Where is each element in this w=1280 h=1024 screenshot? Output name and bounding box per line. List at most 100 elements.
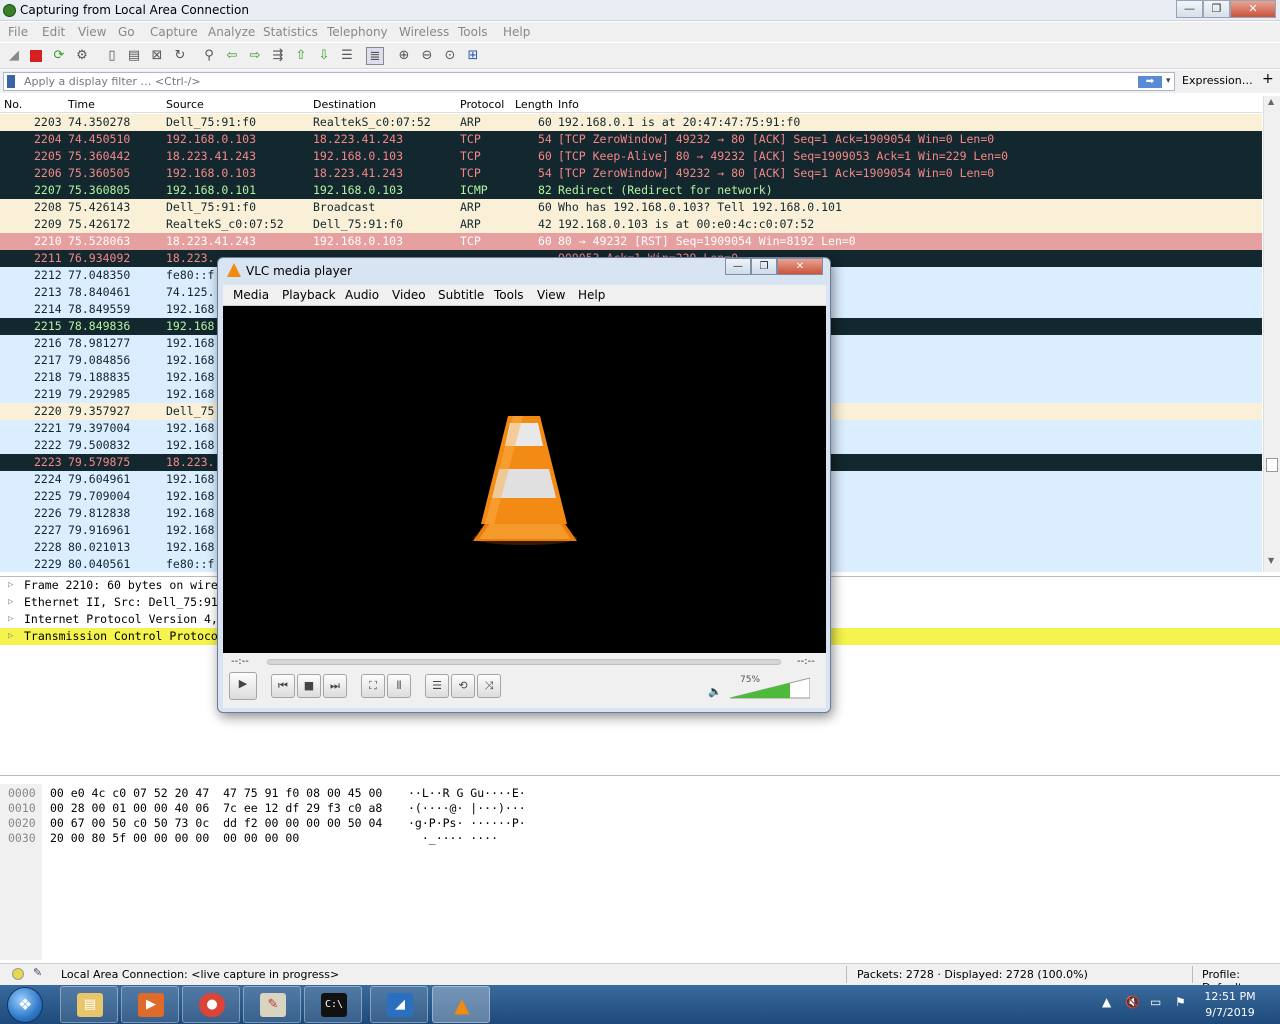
expand-icon[interactable]: ▷ xyxy=(8,594,13,611)
vlc-menu-view[interactable]: View xyxy=(537,288,565,302)
expand-icon[interactable]: ▷ xyxy=(8,611,13,628)
menu-capture[interactable]: Capture xyxy=(150,25,198,39)
vlc-menu-audio[interactable]: Audio xyxy=(345,288,379,302)
menu-go[interactable]: Go xyxy=(118,25,135,39)
seek-bar[interactable] xyxy=(267,659,781,665)
menu-edit[interactable]: Edit xyxy=(42,25,65,39)
volume-slider[interactable]: 🔈 75% xyxy=(708,675,810,699)
taskbar-explorer[interactable]: ▤ xyxy=(60,986,118,1023)
col-source[interactable]: Source xyxy=(166,98,204,111)
taskbar-wireshark[interactable]: ◢ xyxy=(370,986,428,1023)
capture-options-icon[interactable]: ⚙ xyxy=(73,47,91,65)
colorize-icon[interactable]: ≣ xyxy=(366,47,384,65)
packet-row[interactable]: 2203 74.350278 Dell_75:91:f0 RealtekS_c0:07… xyxy=(0,114,1262,131)
taskbar-cmd[interactable]: C:\ xyxy=(304,986,362,1023)
scroll-up-icon[interactable]: ▲ xyxy=(1268,97,1274,106)
menu-tools[interactable]: Tools xyxy=(458,25,488,39)
stop-button[interactable]: ■ xyxy=(297,674,321,698)
col-no[interactable]: No. xyxy=(4,98,22,111)
network-icon[interactable]: ▭ xyxy=(1150,995,1161,1009)
menu-file[interactable]: File xyxy=(8,25,28,39)
vlc-menu-tools[interactable]: Tools xyxy=(494,288,524,302)
packet-row[interactable]: 2210 75.528063 18.223.41.243 192.168.0.103 T… xyxy=(0,233,1262,250)
taskbar-paint[interactable]: ✎ xyxy=(243,986,301,1023)
packet-row[interactable]: 2205 75.360442 18.223.41.243 192.168.0.103 T… xyxy=(0,148,1262,165)
col-info[interactable]: Info xyxy=(558,98,579,111)
expand-icon[interactable]: ▷ xyxy=(8,577,13,594)
menu-wireless[interactable]: Wireless xyxy=(399,25,449,39)
shuffle-button[interactable]: ⤨ xyxy=(477,674,501,698)
vlc-maximize-button[interactable]: ❐ xyxy=(751,258,777,275)
col-protocol[interactable]: Protocol xyxy=(460,98,504,111)
start-capture-icon[interactable]: ◢ xyxy=(5,47,23,65)
packet-row[interactable]: 2206 75.360505 192.168.0.103 18.223.41.243 T… xyxy=(0,165,1262,182)
action-center-icon[interactable]: ⚑ xyxy=(1175,995,1186,1009)
minimize-button[interactable]: — xyxy=(1176,0,1203,18)
show-hidden-icons[interactable]: ▲ xyxy=(1102,995,1111,1009)
reload-icon[interactable]: ↻ xyxy=(171,47,189,65)
expert-info-icon[interactable] xyxy=(12,968,24,980)
open-file-icon[interactable]: ▯ xyxy=(103,47,121,65)
vlc-video-area[interactable] xyxy=(223,306,826,653)
add-filter-button[interactable]: + xyxy=(1262,71,1274,87)
display-filter-input[interactable]: Apply a display filter … <Ctrl-/> ➡ ▾ xyxy=(3,72,1175,91)
go-back-icon[interactable]: ⇦ xyxy=(223,47,241,65)
vlc-menu-video[interactable]: Video xyxy=(392,288,426,302)
extended-settings-button[interactable]: ⦀ xyxy=(387,674,411,698)
menu-view[interactable]: View xyxy=(78,25,106,39)
speaker-icon[interactable]: 🔈 xyxy=(708,685,722,698)
bookmark-icon[interactable] xyxy=(7,75,15,88)
volume-muted-icon[interactable]: 🔇 xyxy=(1125,995,1140,1009)
zoom-in-icon[interactable]: ⊕ xyxy=(395,47,413,65)
vlc-menu-media[interactable]: Media xyxy=(233,288,269,302)
taskbar-vlc[interactable]: ▲ xyxy=(432,986,490,1023)
start-button[interactable]: ❖ xyxy=(7,987,43,1023)
maximize-button[interactable]: ❐ xyxy=(1203,0,1230,18)
find-packet-icon[interactable]: ⚲ xyxy=(200,47,218,65)
close-button[interactable]: ✕ xyxy=(1230,0,1276,18)
menu-statistics[interactable]: Statistics xyxy=(263,25,318,39)
previous-button[interactable]: ⏮ xyxy=(271,674,295,698)
resize-columns-icon[interactable]: ⊞ xyxy=(464,47,482,65)
vlc-close-button[interactable]: ✕ xyxy=(777,258,823,275)
packet-row[interactable]: 2208 75.426143 Dell_75:91:f0 Broadcast ARP 60… xyxy=(0,199,1262,216)
play-button[interactable]: ▶ xyxy=(229,672,257,700)
first-packet-icon[interactable]: ⇧ xyxy=(292,47,310,65)
autoscroll-icon[interactable]: ☰ xyxy=(338,47,356,65)
restart-capture-icon[interactable]: ⟳ xyxy=(50,47,68,65)
packet-row[interactable]: 2209 75.426172 RealtekS_c0:07:52 Dell_75:91… xyxy=(0,216,1262,233)
normal-size-icon[interactable]: ⊙ xyxy=(441,47,459,65)
fullscreen-button[interactable]: ⛶ xyxy=(361,674,385,698)
taskbar-media[interactable]: ▶ xyxy=(121,986,179,1023)
expand-icon[interactable]: ▷ xyxy=(8,628,13,645)
stop-capture-icon[interactable] xyxy=(30,50,42,62)
vlc-menu-subtitle[interactable]: Subtitle xyxy=(438,288,484,302)
zoom-out-icon[interactable]: ⊖ xyxy=(418,47,436,65)
loop-button[interactable]: ⟲ xyxy=(451,674,475,698)
vlc-minimize-button[interactable]: — xyxy=(725,258,751,275)
vlc-menu-help[interactable]: Help xyxy=(578,288,605,302)
menu-telephony[interactable]: Telephony xyxy=(327,25,388,39)
vlc-menu-playback[interactable]: Playback xyxy=(282,288,336,302)
packet-row[interactable]: 2207 75.360805 192.168.0.101 192.168.0.103 I… xyxy=(0,182,1262,199)
scroll-down-icon[interactable]: ▼ xyxy=(1268,556,1274,565)
menu-analyze[interactable]: Analyze xyxy=(208,25,255,39)
next-button[interactable]: ⏭ xyxy=(323,674,347,698)
col-time[interactable]: Time xyxy=(68,98,95,111)
capture-comment-icon[interactable]: ✎ xyxy=(33,966,42,979)
apply-filter-button[interactable]: ➡ xyxy=(1138,76,1162,88)
taskbar-chrome[interactable]: ● xyxy=(182,986,240,1023)
packet-row[interactable]: 2204 74.450510 192.168.0.103 18.223.41.243 T… xyxy=(0,131,1262,148)
filter-dropdown-icon[interactable]: ▾ xyxy=(1166,76,1171,86)
playlist-button[interactable]: ☰ xyxy=(425,674,449,698)
col-destination[interactable]: Destination xyxy=(313,98,376,111)
last-packet-icon[interactable]: ⇩ xyxy=(315,47,333,65)
col-length[interactable]: Length xyxy=(515,98,553,111)
system-clock[interactable]: 12:51 PM 9/7/2019 xyxy=(1200,989,1260,1021)
scroll-thumb[interactable] xyxy=(1266,458,1278,472)
menu-help[interactable]: Help xyxy=(503,25,530,39)
close-file-icon[interactable]: ⊠ xyxy=(148,47,166,65)
go-to-packet-icon[interactable]: ⇶ xyxy=(269,47,287,65)
packet-list-scrollbar[interactable]: ▲ ▼ xyxy=(1263,96,1280,572)
save-file-icon[interactable]: ▤ xyxy=(125,47,143,65)
